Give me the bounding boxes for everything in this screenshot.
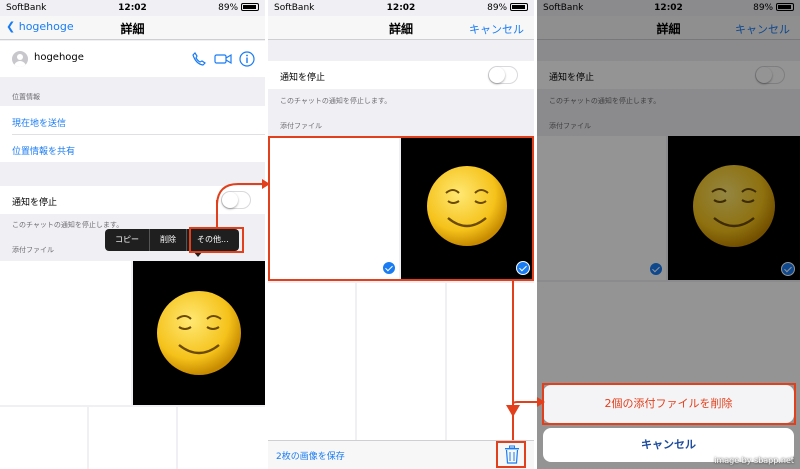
battery-percent: 89% xyxy=(218,3,239,13)
info-icon[interactable] xyxy=(239,51,255,67)
highlight-more-button xyxy=(189,227,244,253)
cancel-button[interactable]: キャンセル xyxy=(469,21,524,37)
panel-delete-confirm: SoftBank 12:02 89% 詳細 キャンセル 通知を停止 このチャット… xyxy=(537,0,800,469)
mute-label: 通知を停止 xyxy=(12,198,58,208)
highlight-selected-attachments xyxy=(268,136,534,281)
save-images-button[interactable]: 2枚の画像を保存 xyxy=(276,449,345,462)
video-icon[interactable] xyxy=(214,52,232,66)
highlight-delete-button xyxy=(542,383,796,425)
attachment-thumbnail-blank[interactable] xyxy=(0,407,87,469)
attachment-thumbnail-emoji[interactable] xyxy=(133,261,265,405)
separator xyxy=(12,134,265,135)
highlight-trash-button xyxy=(496,441,526,468)
location-group: 現在地を送信 位置情報を共有 xyxy=(0,106,265,162)
attachment-thumbnail-blank[interactable] xyxy=(357,283,445,440)
emoji-smiley-icon xyxy=(157,291,241,375)
attachments-section-header: 添付ファイル xyxy=(12,246,54,254)
location-section-header: 位置情報 xyxy=(12,93,40,101)
mute-description: このチャットの通知を停止します。 xyxy=(280,97,392,105)
panel-details: SoftBank 12:02 89% ❮ hogehoge 詳細 hogehog… xyxy=(0,0,265,469)
contact-row: hogehoge xyxy=(0,41,265,77)
attachments-section-header: 添付ファイル xyxy=(280,122,322,130)
attachment-thumbnail-blank[interactable] xyxy=(268,283,355,440)
avatar xyxy=(12,51,28,67)
annotation-arrow xyxy=(216,179,270,205)
mute-row: 通知を停止 xyxy=(268,61,534,89)
attachment-thumbnail-blank[interactable] xyxy=(89,407,176,469)
battery-icon xyxy=(241,3,259,11)
nav-title: 詳細 xyxy=(120,22,145,36)
mute-label: 通知を停止 xyxy=(280,73,326,83)
contact-name: hogehoge xyxy=(34,52,84,63)
menu-copy[interactable]: コピー xyxy=(105,229,150,251)
battery-percent: 89% xyxy=(487,3,508,13)
attachment-thumbnail-blank[interactable] xyxy=(0,261,131,405)
send-location-link[interactable]: 現在地を送信 xyxy=(12,116,66,129)
attachment-thumbnail-blank[interactable] xyxy=(178,407,265,469)
phone-icon[interactable] xyxy=(191,51,207,67)
status-bar: SoftBank 12:02 89% xyxy=(268,0,534,16)
battery-icon xyxy=(510,3,528,11)
annotation-arrow xyxy=(512,281,514,407)
battery-indicator: 89% xyxy=(218,3,259,13)
share-location-link[interactable]: 位置情報を共有 xyxy=(12,144,75,157)
bottom-toolbar: 2枚の画像を保存 xyxy=(268,440,534,469)
nav-bar: 詳細 キャンセル xyxy=(268,16,534,40)
menu-delete[interactable]: 削除 xyxy=(150,229,187,251)
annotation-arrow xyxy=(512,397,545,440)
watermark: image by sbapp.net xyxy=(714,456,794,465)
panel-select-mode: SoftBank 12:02 89% 詳細 キャンセル 通知を停止 このチャット… xyxy=(268,0,534,469)
nav-bar: ❮ hogehoge 詳細 xyxy=(0,16,265,40)
mute-toggle[interactable] xyxy=(488,66,518,84)
battery-indicator: 89% xyxy=(487,3,528,13)
status-bar: SoftBank 12:02 89% xyxy=(0,0,265,16)
